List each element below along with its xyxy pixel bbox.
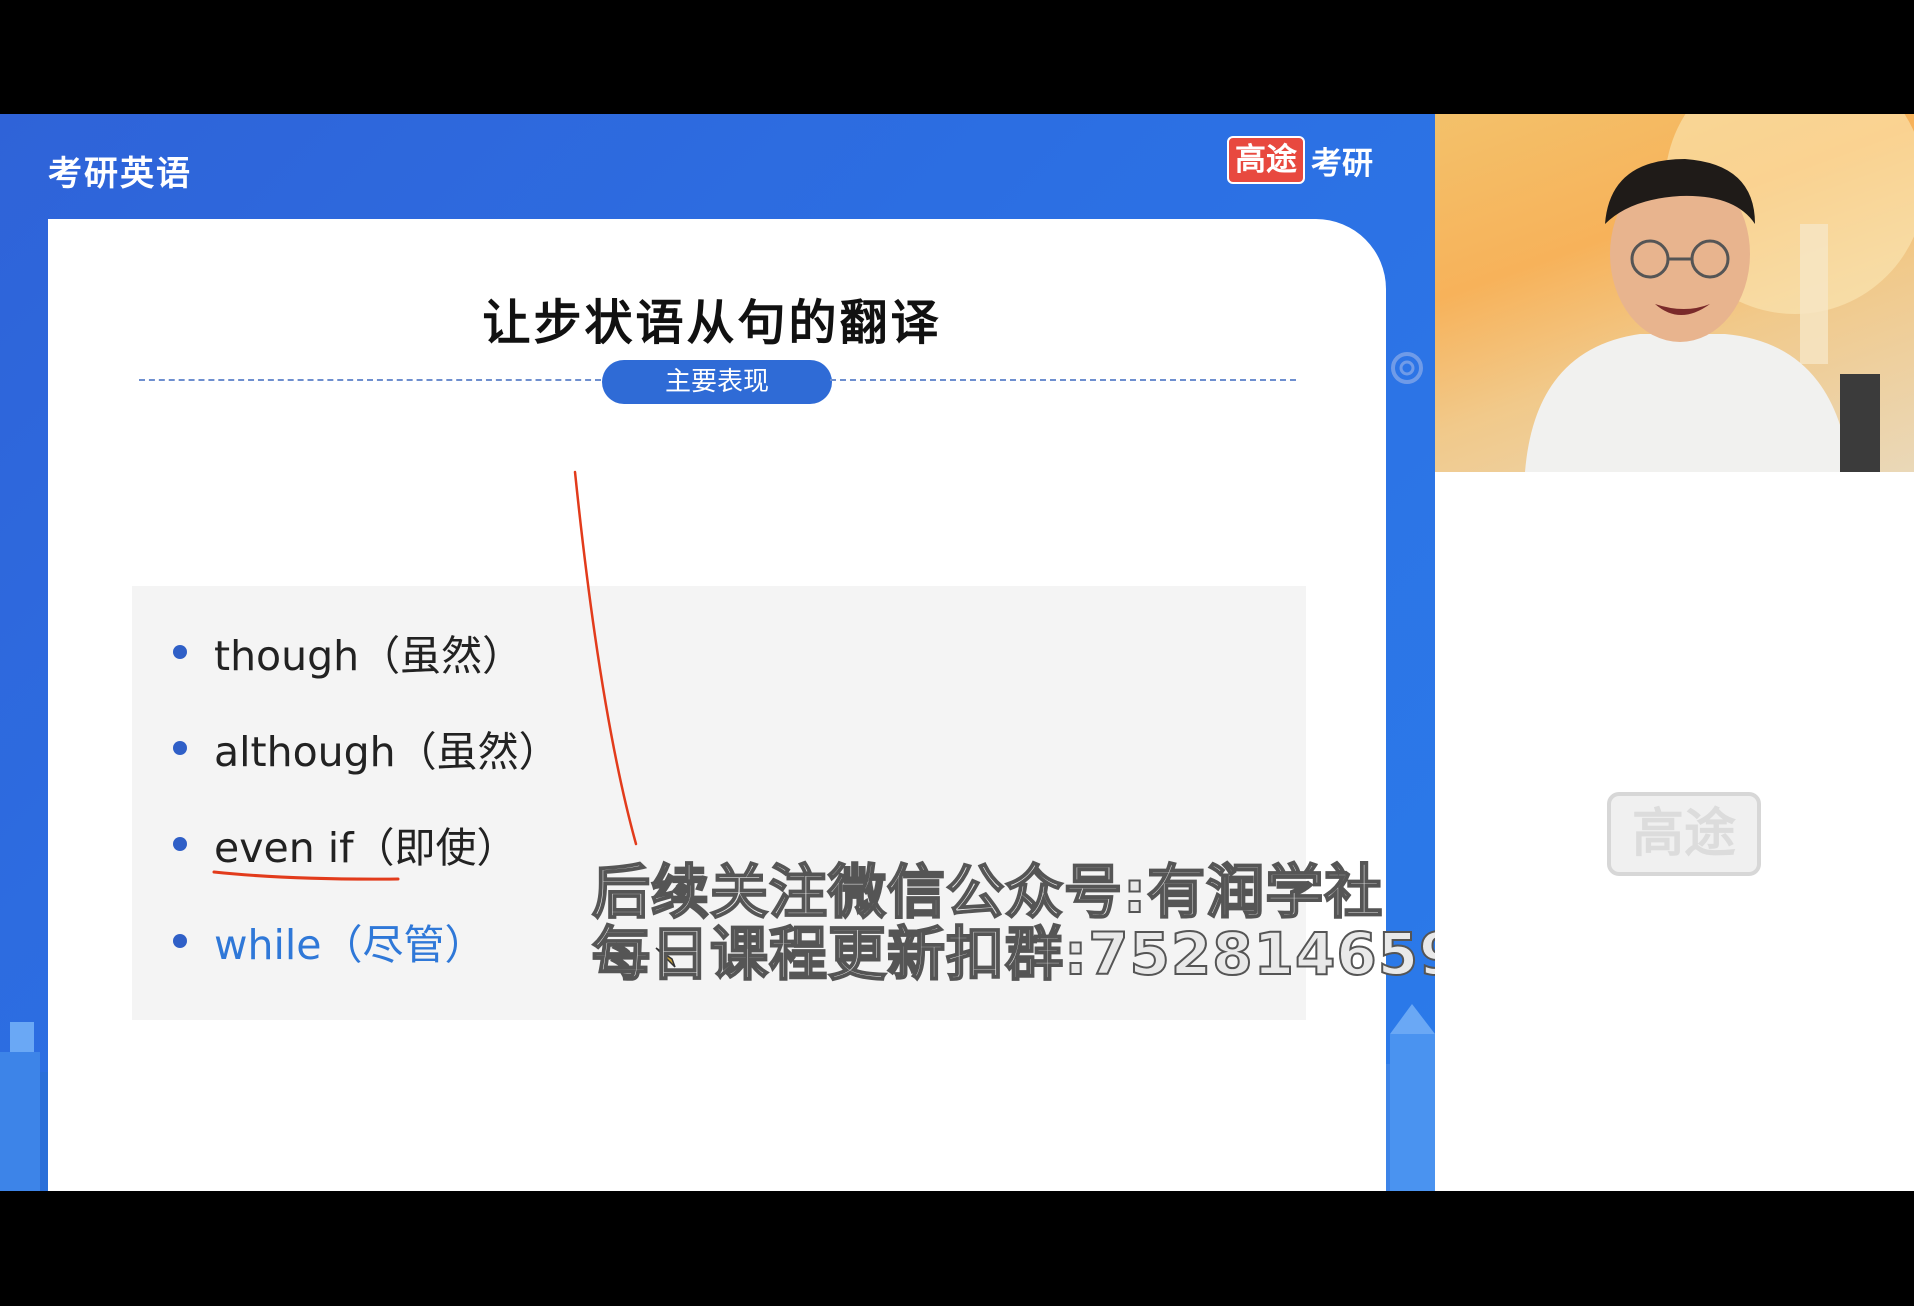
list-item-text: though（虽然） (214, 632, 524, 680)
list-item-text: although（虽然） (214, 728, 560, 776)
brand-logo: 高途 考研 (1227, 136, 1373, 184)
webcam-feed (1435, 114, 1914, 472)
slide-title: 让步状语从句的翻译 (482, 295, 942, 351)
list-item: though（虽然） (132, 622, 523, 682)
slide-content-card: 让步状语从句的翻译 主要表现 though（虽然） although（虽然） e… (48, 219, 1386, 1191)
list-item: although（虽然） (132, 718, 560, 778)
brand-logo-text: 考研 (1311, 145, 1373, 182)
subject-label: 考研英语 (48, 154, 192, 194)
watermark-line: 后续关注微信公众号:有润学社 (591, 858, 1384, 926)
divider-right (830, 379, 1296, 381)
list-item: even if（即使） (132, 814, 518, 874)
brand-logo-box: 高途 (1227, 136, 1305, 184)
bullet-icon (173, 645, 187, 659)
bullet-icon (173, 837, 187, 851)
video-panel: 高途 (1435, 114, 1914, 1191)
brand-logo-watermark: 高途 (1607, 792, 1761, 876)
list-item-text: while（尽管） (214, 921, 486, 969)
list-item-text: even if（即使） (214, 824, 518, 872)
watermark-overlay: 后续关注微信公众号:有润学社 每日课程更新扣群:752814659 (591, 858, 1461, 988)
bullet-icon (173, 741, 187, 755)
lecture-slide: 考研英语 高途 考研 让步状语从句的翻译 主要表现 though（虽然） alt… (0, 114, 1435, 1191)
bullet-icon (173, 934, 187, 948)
list-item-highlighted: while（尽管） (132, 911, 486, 971)
gear-decoration-icon (1391, 352, 1423, 384)
watermark-line: 每日课程更新扣群:752814659 (591, 920, 1461, 988)
section-pill: 主要表现 (602, 360, 832, 404)
presenter-video-image (1525, 114, 1914, 472)
divider-left (139, 379, 601, 381)
